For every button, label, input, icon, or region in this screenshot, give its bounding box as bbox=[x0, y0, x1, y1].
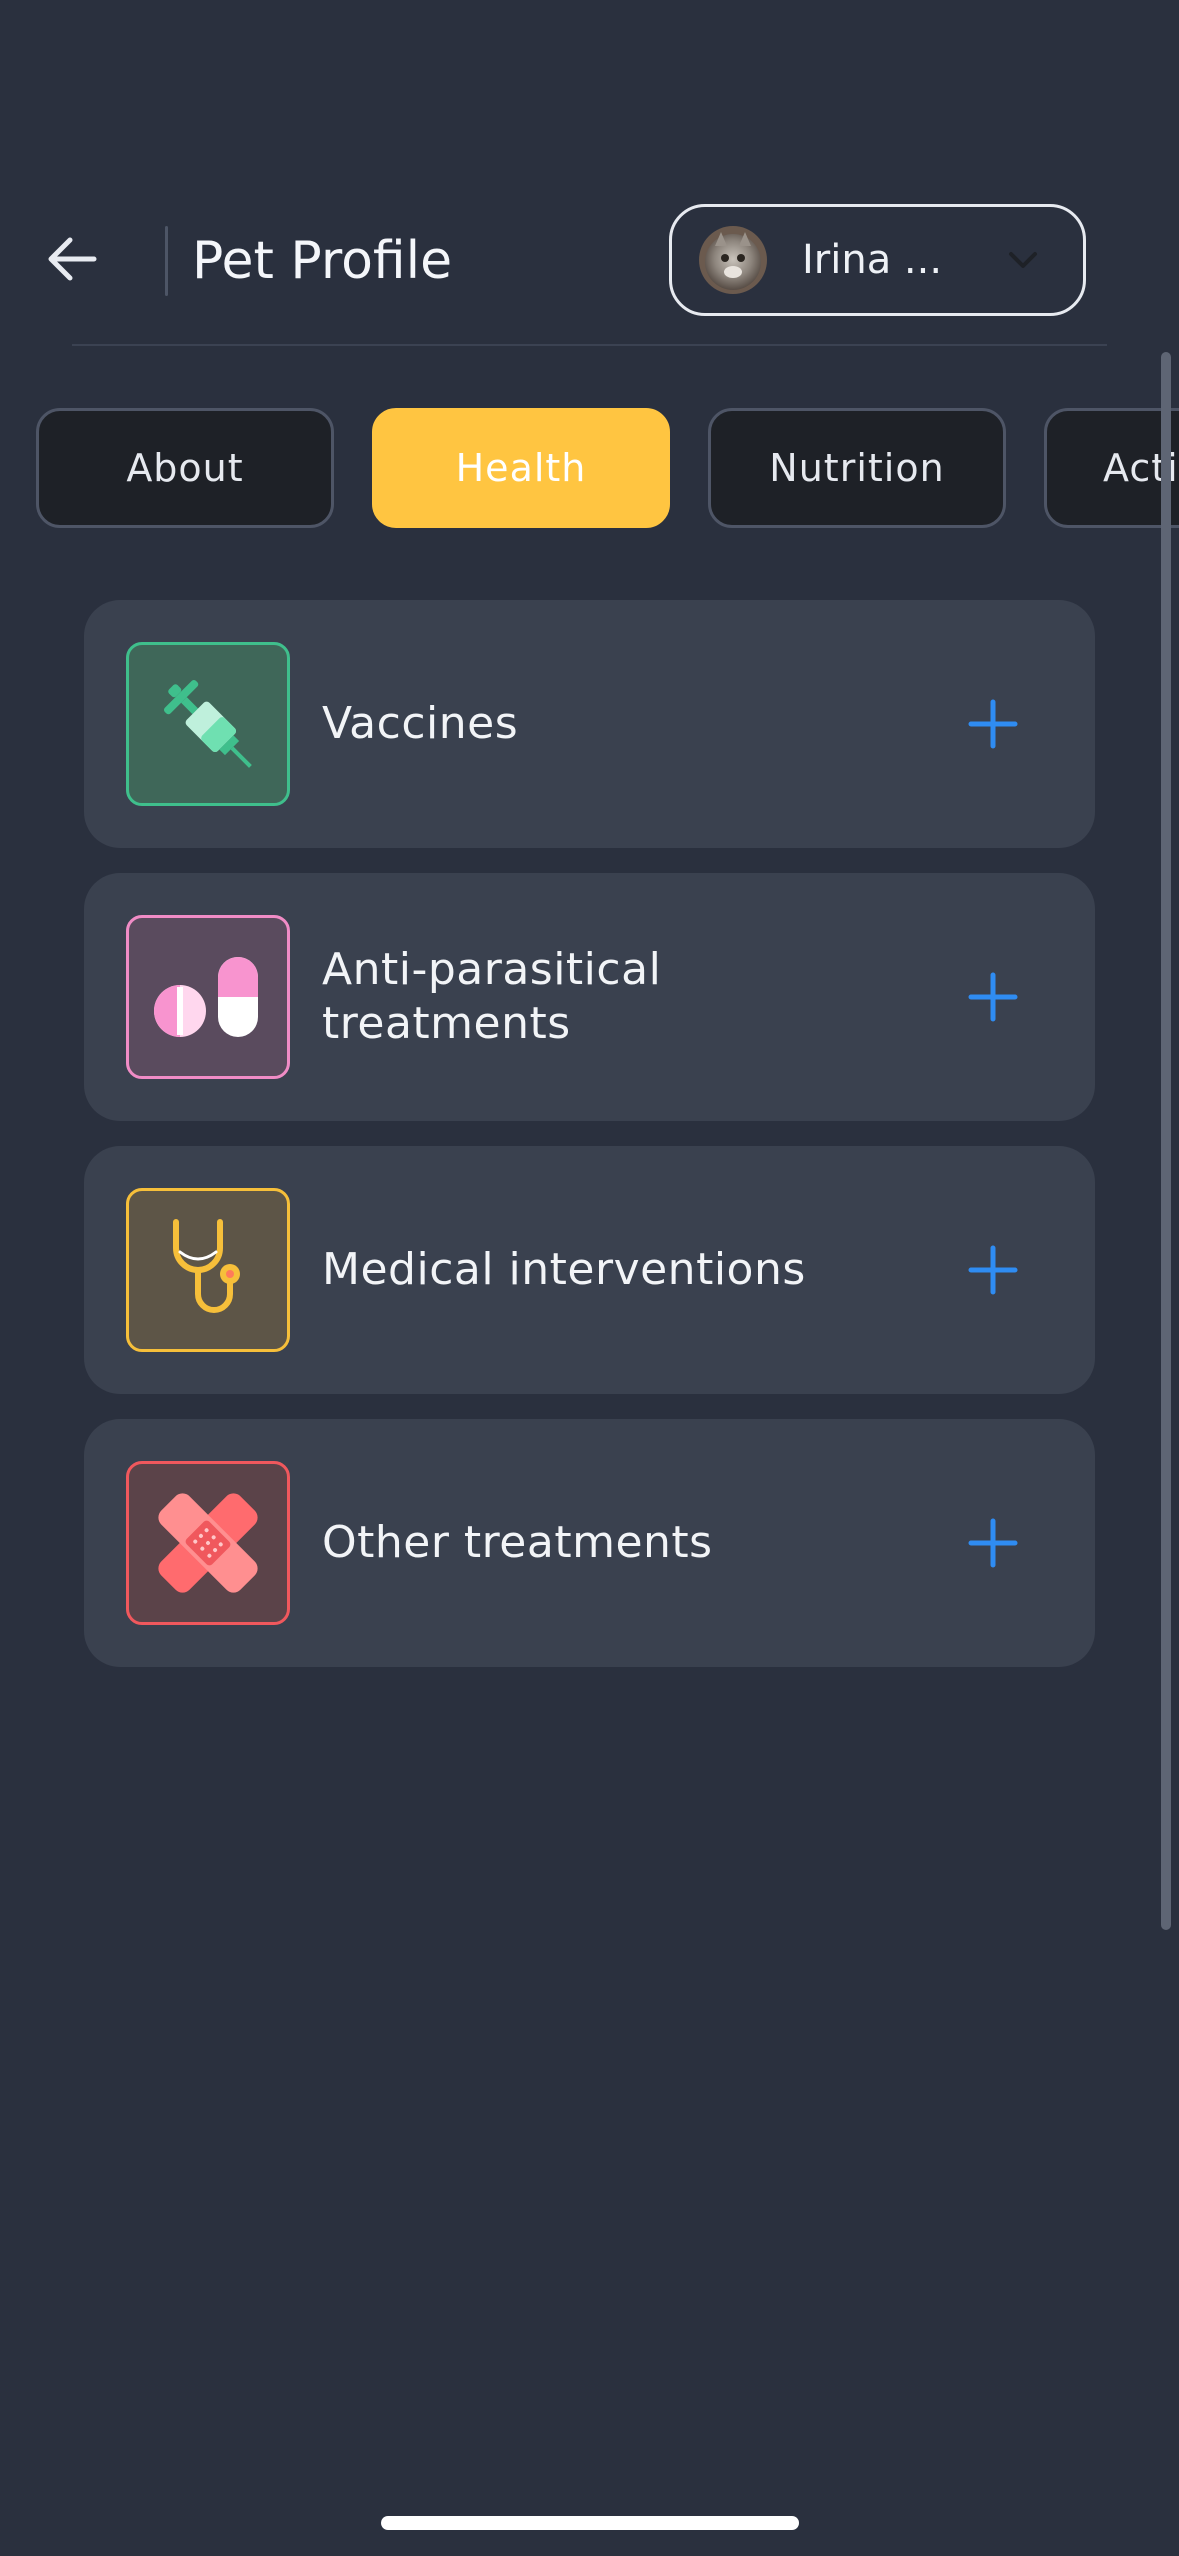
avatar bbox=[699, 226, 767, 294]
tab-health[interactable]: Health bbox=[372, 408, 670, 528]
health-card-anti-parasitical[interactable]: Anti-parasitical treatments bbox=[84, 873, 1095, 1121]
health-card-vaccines[interactable]: Vaccines bbox=[84, 600, 1095, 848]
syringe-icon bbox=[126, 642, 290, 806]
arrow-left-icon bbox=[48, 237, 97, 281]
add-vaccine-button[interactable] bbox=[963, 694, 1023, 754]
health-card-other-treatments[interactable]: Other treatments bbox=[84, 1419, 1095, 1667]
chevron-down-icon bbox=[1003, 240, 1043, 280]
add-medical-intervention-button[interactable] bbox=[963, 1240, 1023, 1300]
bandage-icon bbox=[126, 1461, 290, 1625]
section-label: Anti-parasitical treatments bbox=[322, 944, 662, 1049]
pills-icon bbox=[126, 915, 290, 1079]
back-button[interactable] bbox=[38, 225, 106, 293]
header-divider bbox=[72, 344, 1107, 346]
tab-about[interactable]: About bbox=[36, 408, 334, 528]
section-label: Vaccines bbox=[322, 698, 519, 749]
tab-activity[interactable]: Acti bbox=[1044, 408, 1179, 528]
title-divider bbox=[165, 226, 168, 296]
health-card-medical-interventions[interactable]: Medical interventions bbox=[84, 1146, 1095, 1394]
add-other-treatment-button[interactable] bbox=[963, 1513, 1023, 1573]
section-label: Other treatments bbox=[322, 1517, 713, 1568]
app-header: Pet Profile Irina ... bbox=[0, 0, 1179, 350]
tab-bar: About Health Nutrition Acti bbox=[0, 408, 1179, 528]
scrollbar[interactable] bbox=[1161, 352, 1171, 1930]
add-anti-parasitical-button[interactable] bbox=[963, 967, 1023, 1027]
section-label: Medical interventions bbox=[322, 1244, 806, 1295]
stethoscope-icon bbox=[126, 1188, 290, 1352]
home-indicator[interactable] bbox=[381, 2516, 799, 2530]
page-title: Pet Profile bbox=[192, 231, 453, 291]
tab-nutrition[interactable]: Nutrition bbox=[708, 408, 1006, 528]
profile-name: Irina ... bbox=[802, 237, 943, 283]
pet-profile-selector[interactable]: Irina ... bbox=[669, 204, 1086, 316]
